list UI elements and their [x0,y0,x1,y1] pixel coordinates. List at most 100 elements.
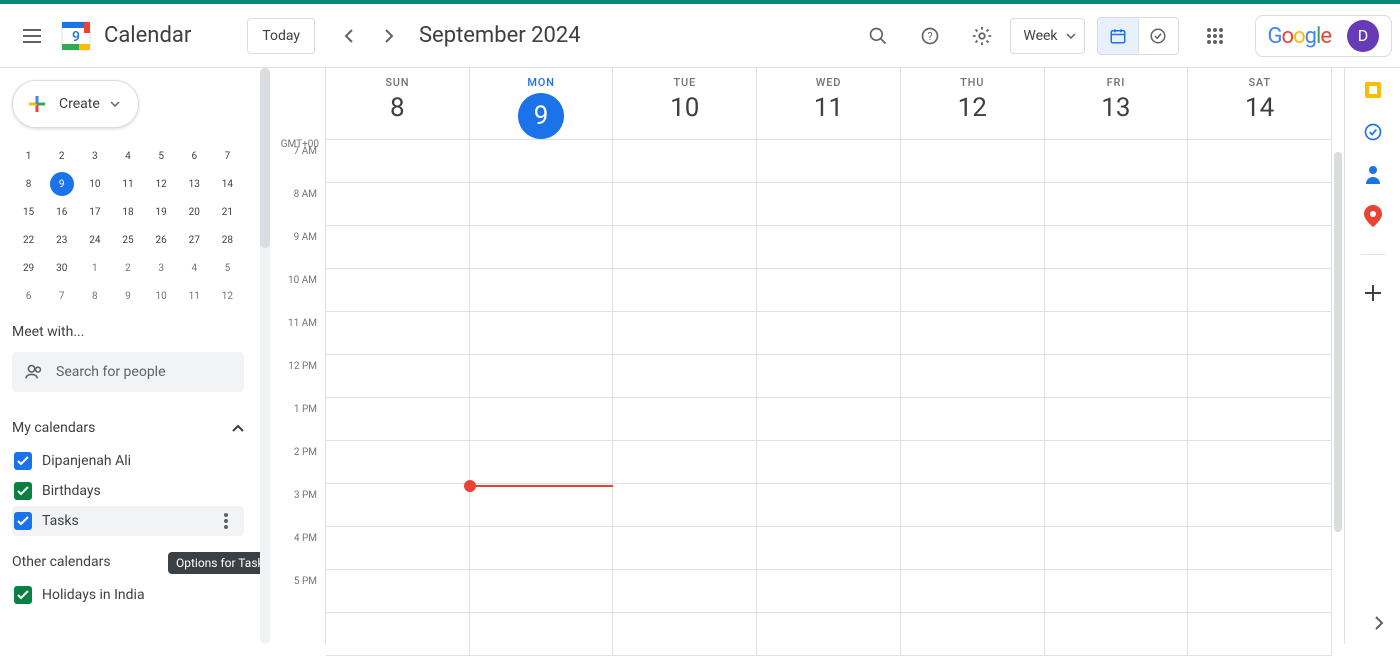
day-header[interactable]: THU12 [901,68,1045,139]
mini-cal-day[interactable]: 4 [111,142,144,170]
mini-cal-day[interactable]: 3 [145,254,178,282]
grid-cell[interactable] [1188,441,1332,483]
grid-cell[interactable] [326,570,470,612]
grid-cell[interactable] [613,484,757,526]
view-select[interactable]: Week [1010,18,1084,54]
hour-row[interactable] [326,226,1332,269]
grid-cell[interactable] [757,226,901,268]
grid-cell[interactable] [326,398,470,440]
grid-cell[interactable] [1045,570,1189,612]
hour-row[interactable] [326,398,1332,441]
tasks-view-toggle[interactable] [1138,18,1178,54]
mini-calendar[interactable]: 1234567891011121314151617181920212223242… [12,142,244,310]
grid-cell[interactable] [326,140,470,182]
sidebar-scrollbar[interactable] [260,68,270,644]
mini-cal-day[interactable]: 5 [145,142,178,170]
day-header[interactable]: SAT14 [1188,68,1332,139]
calendar-checkbox[interactable] [14,452,32,470]
grid-cell[interactable] [326,226,470,268]
grid-cell[interactable] [613,140,757,182]
grid-cell[interactable] [901,312,1045,354]
mini-cal-day[interactable]: 2 [111,254,144,282]
mini-cal-day[interactable]: 7 [45,282,78,310]
grid-cell[interactable] [613,226,757,268]
main-menu-button[interactable] [8,12,56,60]
mini-cal-day[interactable]: 1 [12,142,45,170]
grid-cell[interactable] [1045,312,1189,354]
keep-addon[interactable] [1363,80,1383,100]
mini-cal-day[interactable]: 8 [78,282,111,310]
mini-cal-day[interactable]: 29 [12,254,45,282]
search-people-input[interactable]: Search for people [12,352,244,392]
mini-cal-day[interactable]: 24 [78,226,111,254]
mini-cal-day[interactable]: 18 [111,198,144,226]
grid-cell[interactable] [470,226,614,268]
my-calendars-header[interactable]: My calendars [12,420,244,436]
calendar-options-button[interactable] [214,509,238,533]
collapse-panel-button[interactable] [1374,616,1384,630]
grid-cell[interactable] [1045,226,1189,268]
google-apps-button[interactable] [1191,12,1239,60]
grid-cell[interactable] [901,269,1045,311]
get-addons-button[interactable] [1363,283,1383,303]
grid-cell[interactable] [1188,140,1332,182]
grid-cell[interactable] [1045,269,1189,311]
mini-cal-day[interactable]: 5 [211,254,244,282]
grid-cell[interactable] [1188,226,1332,268]
grid-cell[interactable] [1188,484,1332,526]
grid-cell[interactable] [326,441,470,483]
grid-cell[interactable] [613,570,757,612]
grid-cell[interactable] [326,269,470,311]
grid-cell[interactable] [901,398,1045,440]
calendar-checkbox[interactable] [14,482,32,500]
grid-cell[interactable] [757,441,901,483]
mini-cal-day[interactable]: 12 [145,170,178,198]
grid-cell[interactable] [757,527,901,569]
mini-cal-day[interactable]: 13 [178,170,211,198]
calendar-checkbox[interactable] [14,586,32,604]
hour-row[interactable] [326,355,1332,398]
grid-cell[interactable] [757,140,901,182]
calendar-item[interactable]: Dipanjenah Ali [12,446,244,476]
mini-cal-day[interactable]: 22 [12,226,45,254]
hours-grid[interactable] [326,140,1332,656]
mini-cal-day[interactable]: 9 [50,172,74,196]
mini-cal-day[interactable]: 30 [45,254,78,282]
grid-cell[interactable] [326,355,470,397]
mini-cal-day[interactable]: 25 [111,226,144,254]
hour-row[interactable] [326,269,1332,312]
grid-cell[interactable] [1188,269,1332,311]
calendar-checkbox[interactable] [14,512,32,530]
day-header[interactable]: FRI13 [1045,68,1189,139]
mini-cal-day[interactable]: 2 [45,142,78,170]
mini-cal-day[interactable]: 11 [111,170,144,198]
grid-cell[interactable] [470,484,614,526]
grid-cell[interactable] [613,269,757,311]
prev-period-button[interactable] [331,18,367,54]
grid-cell[interactable] [1045,355,1189,397]
mini-cal-day[interactable]: 9 [111,282,144,310]
mini-cal-day[interactable]: 3 [78,142,111,170]
grid-cell[interactable] [470,527,614,569]
grid-cell[interactable] [470,441,614,483]
support-button[interactable]: ? [906,12,954,60]
mini-cal-day[interactable]: 26 [145,226,178,254]
mini-cal-day[interactable]: 12 [211,282,244,310]
grid-cell[interactable] [613,398,757,440]
mini-cal-day[interactable]: 15 [12,198,45,226]
hour-row[interactable] [326,570,1332,613]
grid-cell[interactable] [901,226,1045,268]
mini-cal-day[interactable]: 21 [211,198,244,226]
grid-cell[interactable] [1188,527,1332,569]
grid-cell[interactable] [901,527,1045,569]
calendar-item[interactable]: Birthdays [12,476,244,506]
mini-cal-day[interactable]: 11 [178,282,211,310]
grid-cell[interactable] [470,398,614,440]
grid-cell[interactable] [1045,441,1189,483]
grid-cell[interactable] [901,441,1045,483]
grid-cell[interactable] [757,570,901,612]
grid-cell[interactable] [470,140,614,182]
hour-row[interactable] [326,312,1332,355]
grid-cell[interactable] [470,570,614,612]
mini-cal-day[interactable]: 17 [78,198,111,226]
